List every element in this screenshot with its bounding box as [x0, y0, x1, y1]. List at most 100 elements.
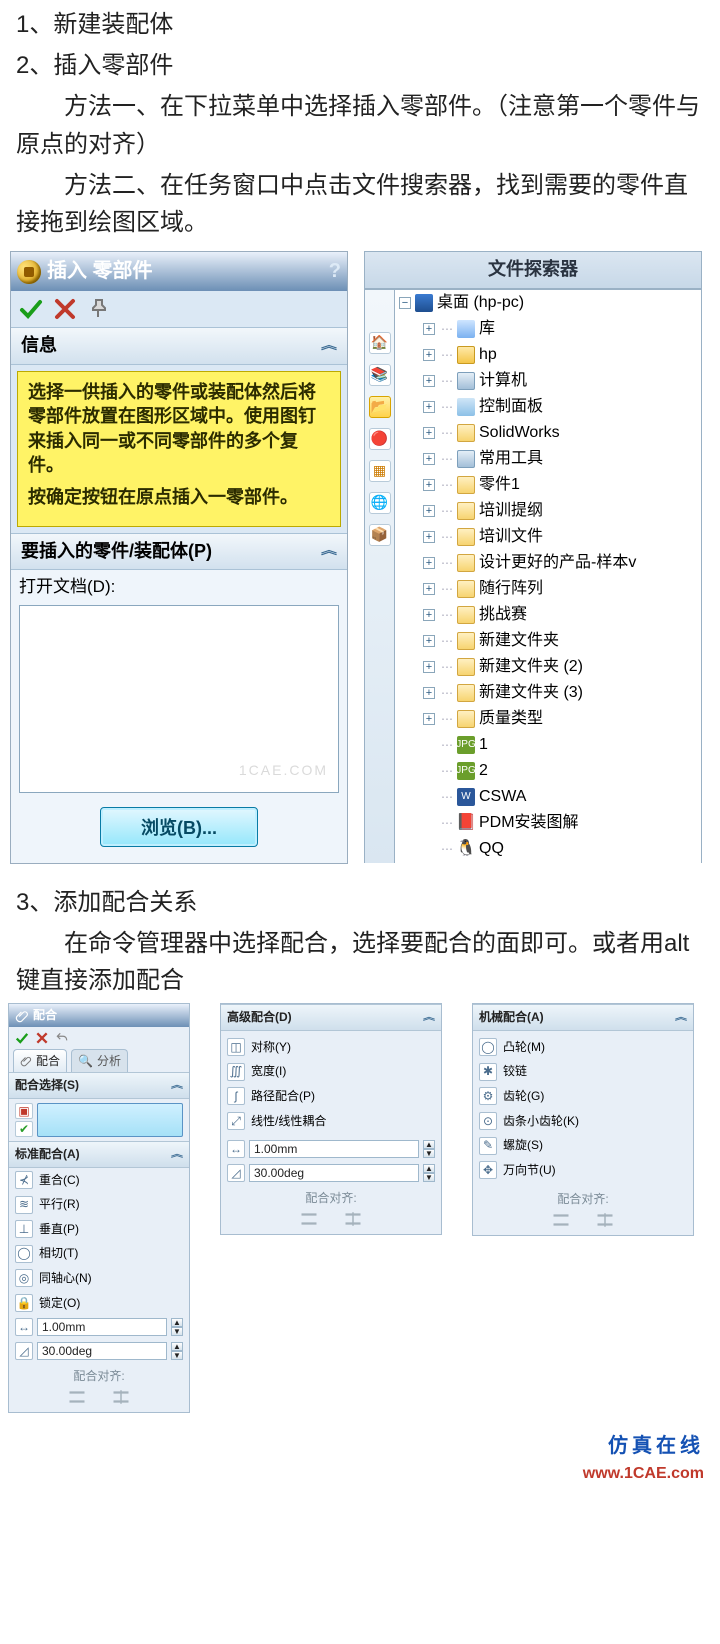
expand-toggle[interactable]: + [423, 375, 435, 387]
ok-button[interactable] [19, 297, 43, 321]
file-tree[interactable]: − 桌面 (hp-pc) +⋯库+⋯hp+⋯计算机+⋯控制面板+⋯SolidWo… [394, 289, 702, 863]
tree-item[interactable]: +⋯hp [395, 342, 701, 368]
expand-toggle[interactable]: − [399, 297, 411, 309]
expand-toggle[interactable]: + [423, 505, 435, 517]
pin-button[interactable] [87, 297, 111, 321]
distance-spinner[interactable]: ▲▼ [171, 1318, 183, 1336]
mate-selection-field[interactable] [37, 1103, 183, 1137]
standard-mates-header[interactable]: 标准配合(A) ︽ [9, 1141, 189, 1168]
undo-button[interactable] [55, 1031, 69, 1045]
tree-item[interactable]: +⋯新建文件夹 (3) [395, 680, 701, 706]
angle-icon[interactable]: ◿ [227, 1164, 245, 1182]
tab-forum-icon[interactable]: 📦 [369, 524, 391, 546]
tab-mate[interactable]: 配合 [13, 1049, 67, 1073]
adv-mate-width[interactable]: ∭宽度(I) [221, 1059, 441, 1084]
part-section-header[interactable]: 要插入的零件/装配体(P) ︽ [11, 533, 347, 571]
cancel-button[interactable] [35, 1031, 49, 1045]
tree-item[interactable]: +⋯控制面板 [395, 394, 701, 420]
tab-home-icon[interactable]: 🏠 [369, 332, 391, 354]
info-section-header[interactable]: 信息 ︽ [11, 327, 347, 365]
mech-mate-cam[interactable]: ◯凸轮(M) [473, 1035, 693, 1060]
mech-mate-rackpinion[interactable]: ⊙齿条小齿轮(K) [473, 1109, 693, 1134]
ok-button[interactable] [15, 1031, 29, 1045]
tab-view-palette-icon[interactable]: 🔴 [369, 428, 391, 450]
expand-toggle[interactable]: + [423, 687, 435, 699]
std-mate-coincident[interactable]: ⊀重合(C) [9, 1168, 189, 1193]
open-documents-listbox[interactable] [19, 605, 339, 793]
tree-item[interactable]: +⋯零件1 [395, 472, 701, 498]
expand-toggle[interactable]: + [423, 427, 435, 439]
expand-toggle[interactable]: + [423, 453, 435, 465]
align-anti-icon[interactable] [344, 1210, 362, 1228]
browse-button[interactable]: 浏览(B)... [100, 807, 258, 847]
tab-appearances-icon[interactable]: ▦ [369, 460, 391, 482]
tree-item[interactable]: +⋯培训文件 [395, 524, 701, 550]
align-anti-icon[interactable] [596, 1211, 614, 1229]
tree-item[interactable]: ⋯📕QQ制作教程 [395, 862, 701, 863]
std-mate-parallel[interactable]: ≋平行(R) [9, 1192, 189, 1217]
expand-toggle[interactable]: + [423, 583, 435, 595]
mech-mate-screw[interactable]: ✎螺旋(S) [473, 1133, 693, 1158]
tree-item[interactable]: +⋯新建文件夹 [395, 628, 701, 654]
tree-item[interactable]: +⋯计算机 [395, 368, 701, 394]
expand-toggle[interactable]: + [423, 557, 435, 569]
expand-toggle[interactable]: + [423, 635, 435, 647]
angle-input[interactable]: 30.00deg [37, 1342, 167, 1360]
tree-item[interactable]: ⋯WCSWA [395, 784, 701, 810]
expand-toggle[interactable]: + [423, 349, 435, 361]
tree-item[interactable]: +⋯挑战赛 [395, 602, 701, 628]
expand-toggle[interactable]: + [423, 479, 435, 491]
tree-item[interactable]: ⋯JPG1 [395, 732, 701, 758]
adv-mate-path[interactable]: ʃ路径配合(P) [221, 1084, 441, 1109]
mechanical-header[interactable]: 机械配合(A) ︽ [473, 1004, 693, 1031]
mate-selection-header[interactable]: 配合选择(S) ︽ [9, 1072, 189, 1099]
entity-button-2[interactable]: ✔ [15, 1121, 33, 1137]
align-same-icon[interactable] [552, 1211, 570, 1229]
tree-item[interactable]: +⋯设计更好的产品-样本v [395, 550, 701, 576]
distance-icon[interactable]: ↔ [227, 1140, 245, 1158]
std-mate-concentric[interactable]: ◎同轴心(N) [9, 1266, 189, 1291]
angle-icon[interactable]: ◿ [15, 1342, 33, 1360]
distance-spinner[interactable]: ▲▼ [423, 1140, 435, 1158]
tree-item[interactable]: ⋯🐧QQ [395, 836, 701, 862]
expand-toggle[interactable]: + [423, 661, 435, 673]
std-mate-lock[interactable]: 🔒锁定(O) [9, 1291, 189, 1316]
tree-root[interactable]: − 桌面 (hp-pc) [395, 290, 701, 316]
tree-item[interactable]: +⋯SolidWorks [395, 420, 701, 446]
mech-mate-gear[interactable]: ⚙齿轮(G) [473, 1084, 693, 1109]
tree-item[interactable]: ⋯JPG2 [395, 758, 701, 784]
align-same-icon[interactable] [68, 1388, 86, 1406]
angle-spinner[interactable]: ▲▼ [423, 1164, 435, 1182]
tab-file-explorer-icon[interactable]: 📂 [369, 396, 391, 418]
tab-custom-props-icon[interactable]: 🌐 [369, 492, 391, 514]
help-button[interactable]: ? [329, 256, 341, 287]
expand-toggle[interactable]: + [423, 401, 435, 413]
tab-analyze[interactable]: 🔍 分析 [71, 1049, 128, 1073]
expand-toggle[interactable]: + [423, 323, 435, 335]
tree-item[interactable]: +⋯随行阵列 [395, 576, 701, 602]
tree-item[interactable]: +⋯培训提纲 [395, 498, 701, 524]
tree-item[interactable]: +⋯新建文件夹 (2) [395, 654, 701, 680]
angle-spinner[interactable]: ▲▼ [171, 1342, 183, 1360]
distance-input[interactable]: 1.00mm [249, 1140, 419, 1158]
mech-mate-hinge[interactable]: ✱铰链 [473, 1059, 693, 1084]
tree-item[interactable]: +⋯库 [395, 316, 701, 342]
mech-mate-universal[interactable]: ✥万向节(U) [473, 1158, 693, 1183]
tree-item[interactable]: +⋯常用工具 [395, 446, 701, 472]
expand-toggle[interactable]: + [423, 713, 435, 725]
expand-toggle[interactable]: + [423, 531, 435, 543]
angle-input[interactable]: 30.00deg [249, 1164, 419, 1182]
std-mate-tangent[interactable]: ◯相切(T) [9, 1241, 189, 1266]
align-anti-icon[interactable] [112, 1388, 130, 1406]
tab-design-library-icon[interactable]: 📚 [369, 364, 391, 386]
tree-item[interactable]: +⋯质量类型 [395, 706, 701, 732]
distance-input[interactable]: 1.00mm [37, 1318, 167, 1336]
tree-item[interactable]: ⋯📕PDM安装图解 [395, 810, 701, 836]
adv-mate-linear[interactable]: ⤢线性/线性耦合 [221, 1109, 441, 1134]
entity-button-1[interactable]: ▣ [15, 1103, 33, 1119]
distance-icon[interactable]: ↔ [15, 1318, 33, 1336]
std-mate-perpendicular[interactable]: ⊥垂直(P) [9, 1217, 189, 1242]
adv-mate-symmetric[interactable]: ◫对称(Y) [221, 1035, 441, 1060]
advanced-header[interactable]: 高级配合(D) ︽ [221, 1004, 441, 1031]
align-same-icon[interactable] [300, 1210, 318, 1228]
